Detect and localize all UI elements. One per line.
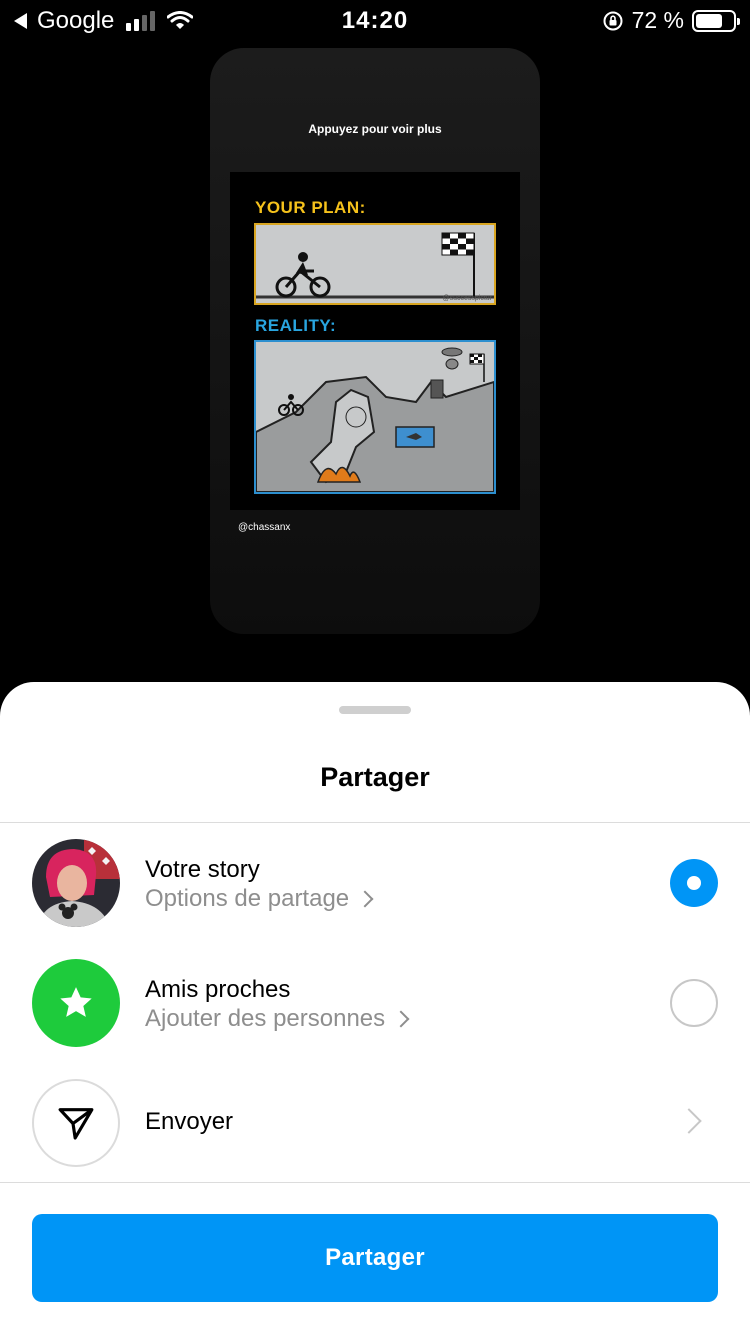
option-title: Amis proches [145, 976, 291, 1003]
option-title: Envoyer [145, 1108, 234, 1135]
sheet-grabber[interactable] [339, 706, 411, 714]
reality-panel [254, 340, 496, 494]
send-badge [32, 1079, 120, 1167]
story-hint: Appuyez pour voir plus [308, 122, 442, 136]
chevron-right-icon [392, 1010, 410, 1028]
option-subtitle[interactable]: Ajouter des personnes [145, 1005, 410, 1033]
battery-percent: 72 % [631, 7, 684, 33]
reality-illustration [256, 347, 494, 492]
close-friends-badge [32, 959, 120, 1047]
status-bar: Google 14:20 72 % [0, 0, 750, 42]
option-subtitle[interactable]: Options de partage [145, 885, 374, 913]
divider [0, 822, 750, 823]
radio-selected[interactable] [670, 859, 718, 907]
rotation-lock-icon [603, 11, 623, 30]
option-subtitle-label: Ajouter des personnes [145, 1005, 386, 1032]
share-button[interactable]: Partager [32, 1214, 718, 1302]
chevron-right-icon [676, 1108, 702, 1134]
plan-illustration [256, 232, 494, 299]
radio-unselected[interactable] [670, 979, 718, 1027]
send-icon [58, 1108, 94, 1140]
meme-image: YOUR PLAN: @successpictur REALITY: [230, 172, 520, 510]
plan-panel: @successpictur [254, 223, 496, 305]
story-preview[interactable]: Appuyez pour voir plus YOUR PLAN: @succe… [210, 48, 540, 634]
sheet-title: Partager [320, 762, 430, 792]
battery-icon [692, 9, 740, 32]
option-your-story[interactable]: Votre story Options de partage [0, 828, 750, 938]
plan-label: YOUR PLAN: [255, 198, 366, 217]
option-subtitle-label: Options de partage [145, 885, 350, 912]
option-title: Votre story [145, 856, 260, 883]
chevron-right-icon [356, 890, 374, 908]
star-icon [60, 987, 92, 1017]
avatar [32, 839, 120, 927]
option-close-friends[interactable]: Amis proches Ajouter des personnes [0, 948, 750, 1058]
option-send[interactable]: Envoyer [0, 1068, 750, 1178]
reality-label: REALITY: [255, 316, 337, 335]
watermark: @successpictur [442, 295, 492, 302]
story-handle: @chassanx [238, 522, 291, 533]
share-sheet: Partager Votre story Options de partage [0, 682, 750, 1334]
divider [0, 1182, 750, 1183]
